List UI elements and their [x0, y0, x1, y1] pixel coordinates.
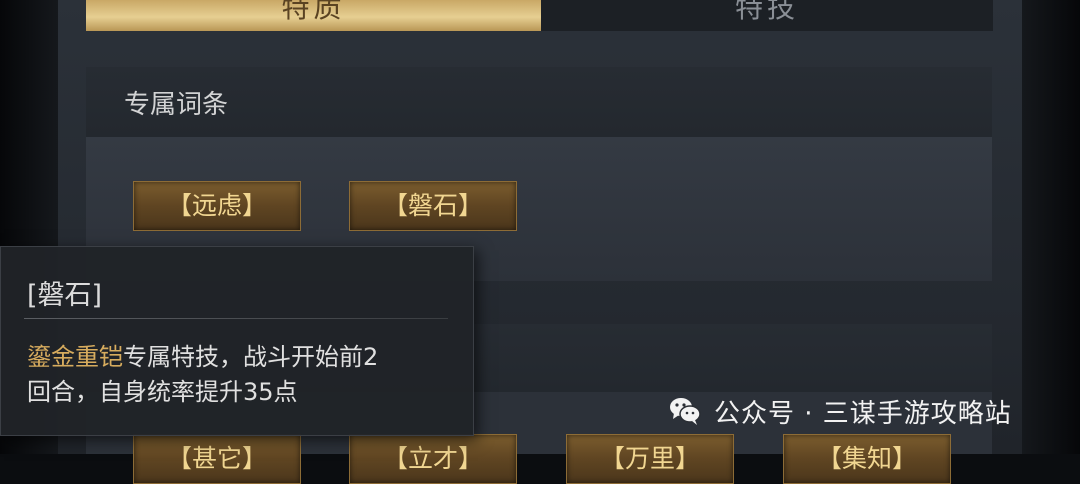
tag-button[interactable]: 【万里】 — [566, 434, 734, 484]
tab-label: 特质 — [281, 0, 346, 24]
equipment-name: 鎏金重铠 — [27, 343, 123, 371]
tooltip-text-line2: 回合，自身统率提升35点 — [27, 378, 298, 406]
wechat-icon — [668, 394, 702, 428]
tooltip-divider — [24, 318, 448, 319]
tag-button[interactable]: 【甚它】 — [133, 434, 301, 484]
tag-yuanlv-button[interactable]: 【远虑】 — [133, 181, 301, 231]
section-title: 专属词条 — [124, 90, 229, 120]
entry-tooltip: [磐石] 鎏金重铠专属特技，战斗开始前2 回合，自身统率提升35点 — [0, 246, 474, 436]
watermark: 公众号 · 三谋手游攻略站 — [668, 393, 1012, 429]
tooltip-description: 鎏金重铠专属特技，战斗开始前2 回合，自身统率提升35点 — [27, 340, 467, 410]
section-header: 专属词条 — [86, 67, 992, 137]
tab-skills[interactable]: 特技 — [541, 0, 993, 31]
tag-button[interactable]: 【立才】 — [349, 434, 517, 484]
tag-panshi-button[interactable]: 【磐石】 — [349, 181, 517, 231]
tag-button[interactable]: 【集知】 — [783, 434, 951, 484]
tab-label: 特技 — [734, 0, 799, 24]
tab-traits[interactable]: 特质 — [86, 0, 541, 31]
tooltip-text-line1: 专属特技，战斗开始前2 — [123, 343, 379, 371]
right-frame-border — [1022, 0, 1080, 454]
watermark-text: 公众号 · 三谋手游攻略站 — [714, 398, 1012, 429]
tooltip-title: [磐石] — [27, 280, 103, 311]
